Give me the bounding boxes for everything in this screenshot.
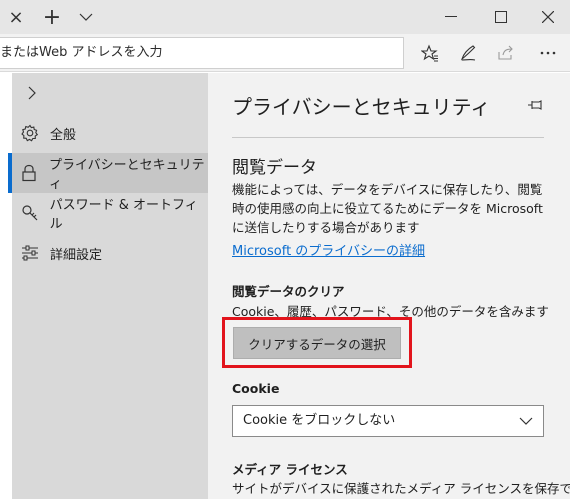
- pin-button[interactable]: [526, 95, 546, 115]
- clear-data-heading: 閲覧データのクリア: [232, 284, 345, 299]
- chevron-down-icon: [79, 13, 93, 21]
- star-list-icon: [421, 44, 438, 62]
- nav-item-passwords[interactable]: パスワード & オートフィル: [12, 193, 208, 233]
- favorites-button[interactable]: [414, 34, 446, 72]
- title-divider: [232, 137, 544, 138]
- nav-label-privacy: プライバシーとセキュリティ: [48, 158, 205, 192]
- more-button[interactable]: [532, 34, 564, 72]
- pin-icon: [528, 100, 542, 110]
- new-tab-button[interactable]: +: [36, 0, 68, 34]
- chevron-down-icon: [519, 417, 533, 425]
- address-bar: またはWeb アドレスを入力: [0, 34, 570, 72]
- notes-button[interactable]: [452, 34, 484, 72]
- close-tab-label: ×: [8, 6, 24, 28]
- nav-item-advanced[interactable]: 詳細設定: [12, 233, 208, 273]
- gear-icon: [20, 123, 40, 143]
- address-input[interactable]: またはWeb アドレスを入力: [0, 37, 404, 69]
- nav-item-privacy[interactable]: プライバシーとセキュリティ: [8, 153, 208, 193]
- maximize-button[interactable]: [478, 0, 524, 34]
- share-button[interactable]: [490, 34, 522, 72]
- address-placeholder: またはWeb アドレスを入力: [0, 45, 163, 60]
- key-icon: [20, 203, 40, 223]
- lock-icon: [20, 163, 39, 183]
- cookie-select-value: Cookie をブロックしない: [243, 413, 396, 428]
- cookie-label: Cookie: [232, 381, 280, 396]
- minimize-button[interactable]: [428, 0, 474, 34]
- settings-nav: 全般 プライバシーとセキュリティ パスワード & オートフィル 詳細設定: [8, 73, 208, 499]
- close-icon: [542, 11, 554, 23]
- tab-list-button[interactable]: [70, 0, 102, 34]
- window-close-button[interactable]: [526, 0, 570, 34]
- pen-icon: [460, 45, 476, 61]
- nav-label-advanced: 詳細設定: [50, 247, 103, 263]
- new-tab-label: +: [42, 4, 62, 30]
- choose-what-to-clear-button[interactable]: クリアするデータの選択: [233, 327, 401, 359]
- nav-label-general: 全般: [50, 127, 77, 143]
- cookie-select[interactable]: Cookie をブロックしない: [232, 405, 544, 437]
- nav-item-general[interactable]: 全般: [12, 113, 208, 153]
- browsing-data-description: 機能によっては、データをデバイスに保存したり、閲覧時の使用感の向上に役立てるため…: [232, 182, 543, 235]
- privacy-link[interactable]: Microsoft のプライバシーの詳細: [232, 240, 425, 259]
- sliders-icon: [20, 243, 40, 263]
- panel-title: プライバシーとセキュリティ: [232, 95, 491, 119]
- collapse-button[interactable]: [22, 83, 42, 103]
- share-icon: [498, 45, 513, 60]
- close-tab-button[interactable]: ×: [0, 0, 32, 34]
- title-bar: × +: [0, 0, 570, 34]
- maximize-icon: [495, 11, 507, 23]
- media-license-heading: メディア ライセンス: [232, 462, 348, 477]
- settings-panel: プライバシーとセキュリティ 閲覧データ 機能によっては、データをデバイスに保存し…: [208, 73, 570, 499]
- minimize-icon: [445, 16, 457, 17]
- media-license-description: サイトがデバイスに保護されたメディア ライセンスを保存で: [232, 481, 570, 496]
- nav-label-passwords: パスワード & オートフィル: [49, 198, 198, 232]
- chevron-right-icon: [28, 86, 36, 100]
- browsing-data-heading: 閲覧データ: [232, 158, 317, 178]
- more-icon: [540, 51, 556, 55]
